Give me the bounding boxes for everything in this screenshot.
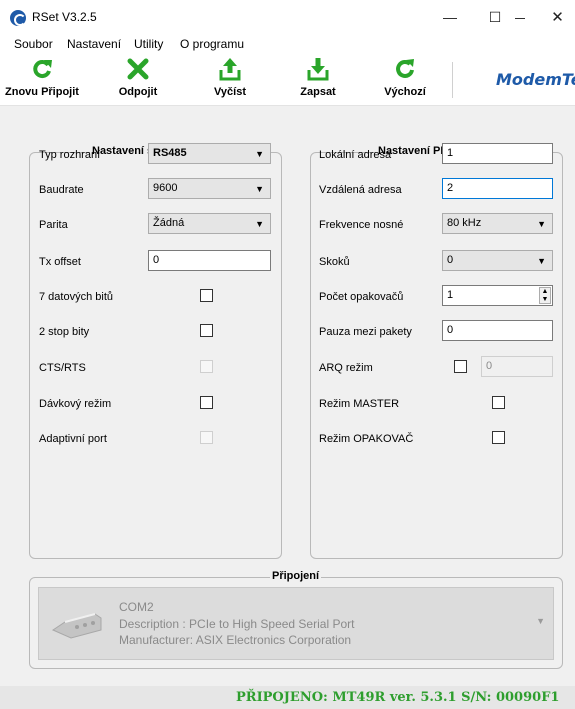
arq-mode-label: ARQ režim xyxy=(319,362,373,374)
disconnect-label: Odpojit xyxy=(118,86,158,98)
hops-value: 0 xyxy=(447,254,454,266)
master-mode-label: Režim MASTER xyxy=(319,398,400,410)
cts-rts-label: CTS/RTS xyxy=(39,362,86,374)
disconnect-button[interactable]: Odpojit xyxy=(108,56,168,104)
chevron-down-icon: ▼ xyxy=(536,616,545,626)
interface-value: RS485 xyxy=(153,147,187,159)
app-logo-icon xyxy=(10,10,26,26)
arq-value-field: 0 xyxy=(481,356,553,377)
spinner-arrows-icon[interactable]: ▲ ▼ xyxy=(539,287,551,304)
interface-label: Typ rozhraní xyxy=(39,149,101,161)
data-bits-label: 7 datových bitů xyxy=(39,291,113,303)
menu-nastaveni[interactable]: Nastavení xyxy=(67,37,121,51)
menu-bar: Soubor Nastavení Utility O programu xyxy=(0,34,575,54)
read-icon xyxy=(219,58,241,81)
parity-select[interactable]: Žádná ▼ xyxy=(148,213,271,234)
baudrate-value: 9600 xyxy=(153,182,178,194)
master-mode-checkbox[interactable] xyxy=(492,396,505,409)
parity-label: Parita xyxy=(39,219,68,231)
repeaters-count-value: 1 xyxy=(447,289,454,301)
port-select[interactable]: COM2 Description : PCIe to High Speed Se… xyxy=(38,587,554,660)
local-address-field[interactable]: 1 xyxy=(442,143,553,164)
burst-mode-checkbox[interactable] xyxy=(200,396,213,409)
menu-utility[interactable]: Utility xyxy=(134,37,163,51)
write-label: Zapsat xyxy=(300,86,336,98)
read-label: Vyčíst xyxy=(213,86,246,98)
reconnect-button[interactable]: Znovu Připojit xyxy=(2,56,82,104)
chevron-down-icon: ▼ xyxy=(537,256,546,266)
arq-mode-checkbox[interactable] xyxy=(454,360,467,373)
chevron-down-icon: ▼ xyxy=(255,184,264,194)
packet-pause-label: Pauza mezi pakety xyxy=(319,326,412,338)
serial-port-icon xyxy=(51,613,102,639)
maximize-button[interactable]: ☐ xyxy=(475,0,515,34)
hops-label: Skoků xyxy=(319,256,350,268)
burst-mode-label: Dávkový režim xyxy=(39,398,112,410)
tx-offset-label: Tx offset xyxy=(39,256,81,268)
local-address-label: Lokální adresa xyxy=(319,149,392,161)
modemtec-logo: ModemTec xyxy=(496,70,575,89)
default-icon xyxy=(396,59,414,78)
read-button[interactable]: Vyčíst xyxy=(200,56,260,104)
carrier-frequency-value: 80 kHz xyxy=(447,217,482,229)
baudrate-select[interactable]: 9600 ▼ xyxy=(148,178,271,199)
menu-o-programu[interactable]: O programu xyxy=(180,37,244,51)
parity-value: Žádná xyxy=(153,217,185,229)
port-name: COM2 xyxy=(119,600,154,614)
port-manufacturer: Manufacturer: ASIX Electronics Corporati… xyxy=(119,633,352,647)
interface-select[interactable]: RS485 ▼ xyxy=(148,143,271,164)
port-description: Description : PCIe to High Speed Serial … xyxy=(119,617,355,631)
connection-status: PŘIPOJENO: MT49R ver. 5.3.1 S/N: 00090F1 xyxy=(236,690,560,705)
remote-address-field[interactable]: 2 xyxy=(442,178,553,199)
stop-bits-checkbox[interactable] xyxy=(200,324,213,337)
chevron-down-icon: ▼ xyxy=(255,219,264,229)
window-title: RSet V3.2.5 xyxy=(32,10,97,24)
repeaters-count-label: Počet opakovačů xyxy=(319,291,404,303)
carrier-frequency-select[interactable]: 80 kHz ▼ xyxy=(442,213,553,234)
packet-pause-field[interactable]: 0 xyxy=(442,320,553,341)
reconnect-icon xyxy=(33,60,52,79)
data-bits-checkbox[interactable] xyxy=(200,289,213,302)
toolbar-separator xyxy=(452,62,453,98)
connection-title: Připojení xyxy=(270,570,322,582)
menu-soubor[interactable]: Soubor xyxy=(14,37,53,51)
cts-rts-checkbox xyxy=(200,360,213,373)
adaptive-port-label: Adaptivní port xyxy=(39,433,107,445)
adaptive-port-checkbox xyxy=(200,431,213,444)
tx-offset-field[interactable]: 0 xyxy=(148,250,271,271)
hops-select[interactable]: 0 ▼ xyxy=(442,250,553,271)
baudrate-label: Baudrate xyxy=(39,184,84,196)
write-icon xyxy=(307,58,329,81)
minimize-button[interactable]: — xyxy=(430,0,470,34)
repeater-mode-label: Režim OPAKOVAČ xyxy=(319,433,414,445)
default-button[interactable]: Výchozí xyxy=(373,56,437,104)
reconnect-label: Znovu Připojit xyxy=(5,86,79,98)
repeater-mode-checkbox[interactable] xyxy=(492,431,505,444)
repeaters-count-stepper[interactable]: 1 ▲ ▼ xyxy=(442,285,553,306)
toolbar: Znovu Připojit Odpojit Vyčíst Zapsat Výc… xyxy=(0,54,575,106)
chevron-down-icon: ▼ xyxy=(255,149,264,159)
disconnect-icon xyxy=(127,58,149,80)
remote-address-label: Vzdálená adresa xyxy=(319,184,402,196)
stop-bits-label: 2 stop bity xyxy=(39,326,90,338)
write-button[interactable]: Zapsat xyxy=(288,56,348,104)
close-button[interactable]: ✕ xyxy=(540,0,575,34)
status-bar: PŘIPOJENO: MT49R ver. 5.3.1 S/N: 00090F1 xyxy=(0,686,575,709)
chevron-down-icon: ▼ xyxy=(537,219,546,229)
carrier-frequency-label: Frekvence nosné xyxy=(319,219,404,231)
default-label: Výchozí xyxy=(384,86,426,98)
